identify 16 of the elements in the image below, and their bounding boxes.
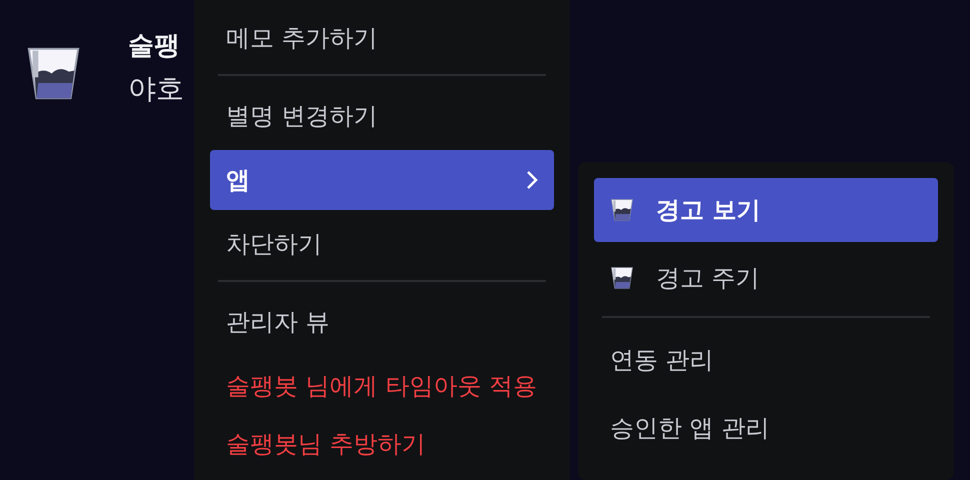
menu-item[interactable]: 관리자 뷰 bbox=[210, 292, 554, 352]
menu-item[interactable]: 앱 bbox=[210, 150, 554, 210]
submenu-item[interactable]: 연동 관리 bbox=[594, 328, 938, 392]
chevron-right-icon bbox=[526, 170, 538, 190]
user-name: 술팽 bbox=[128, 30, 181, 63]
user-status: 야호 bbox=[128, 71, 184, 107]
menu-item[interactable]: 차단하기 bbox=[210, 214, 554, 274]
submenu-item[interactable]: 경고 주기 bbox=[594, 246, 938, 310]
submenu-item[interactable]: 경고 보기 bbox=[594, 178, 938, 242]
danger-menu-item[interactable]: 술팽봇 님에게 타임아웃 적용 bbox=[210, 356, 554, 416]
menu-item[interactable]: 메모 추가하기 bbox=[210, 8, 554, 68]
cup-icon bbox=[610, 197, 634, 223]
menu-item[interactable]: 별명 변경하기 bbox=[210, 86, 554, 146]
submenu-item[interactable]: 승인한 앱 관리 bbox=[594, 396, 938, 460]
danger-menu-item[interactable]: 술팽봇님 추방하기 bbox=[210, 420, 554, 468]
cup-icon bbox=[610, 265, 634, 291]
